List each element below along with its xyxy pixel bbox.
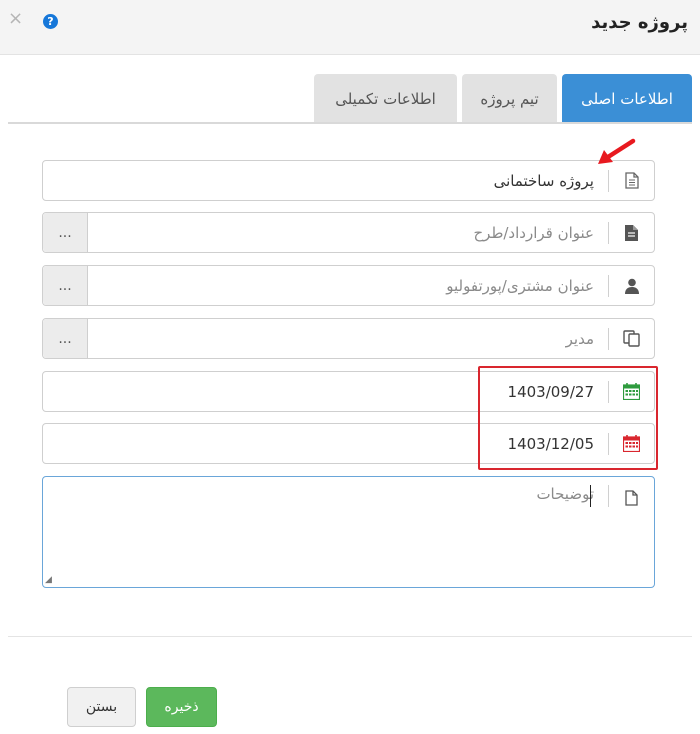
footer-divider — [8, 636, 692, 637]
user-icon — [609, 266, 654, 305]
description-textarea[interactable]: توضیحات ◢ — [42, 476, 655, 588]
tab-main-info[interactable]: اطلاعات اصلی — [562, 74, 692, 123]
description-placeholder: توضیحات — [536, 485, 594, 503]
separator — [608, 275, 609, 297]
customer-browse-button[interactable]: ... — [43, 266, 88, 305]
dialog-title: پروژه جدید — [591, 12, 688, 33]
project-name-value: پروژه ساختمانی — [493, 171, 594, 190]
separator — [608, 328, 609, 350]
close-button[interactable]: بستن — [67, 687, 136, 727]
manager-browse-button[interactable]: ... — [43, 319, 88, 358]
tab-divider — [8, 122, 692, 124]
contract-browse-button[interactable]: ... — [43, 213, 88, 252]
customer-placeholder: عنوان مشتری/پورتفولیو — [446, 276, 594, 295]
separator — [608, 222, 609, 244]
close-icon[interactable]: × — [8, 10, 23, 28]
help-icon[interactable]: ? — [43, 14, 58, 29]
separator — [608, 170, 609, 192]
resize-handle-icon[interactable]: ◢ — [45, 575, 52, 585]
note-icon — [609, 483, 654, 513]
text-caret — [590, 485, 591, 507]
manager-placeholder: مدیر — [565, 329, 594, 348]
contract-placeholder: عنوان قرارداد/طرح — [473, 223, 594, 242]
manager-field[interactable]: مدیر ... — [42, 318, 655, 359]
date-highlight-box — [478, 366, 658, 470]
dialog-header: × ? پروژه جدید — [0, 0, 700, 55]
project-name-field[interactable]: پروژه ساختمانی — [42, 160, 655, 201]
arrow-annotation-icon — [598, 138, 636, 164]
separator — [608, 485, 609, 507]
tab-additional-info[interactable]: اطلاعات تکمیلی — [314, 74, 457, 123]
save-button[interactable]: ذخیره — [146, 687, 217, 727]
file-icon — [609, 213, 654, 252]
copy-icon — [609, 319, 654, 358]
contract-field[interactable]: عنوان قرارداد/طرح ... — [42, 212, 655, 253]
customer-field[interactable]: عنوان مشتری/پورتفولیو ... — [42, 265, 655, 306]
tab-project-team[interactable]: تیم پروژه — [462, 74, 557, 123]
